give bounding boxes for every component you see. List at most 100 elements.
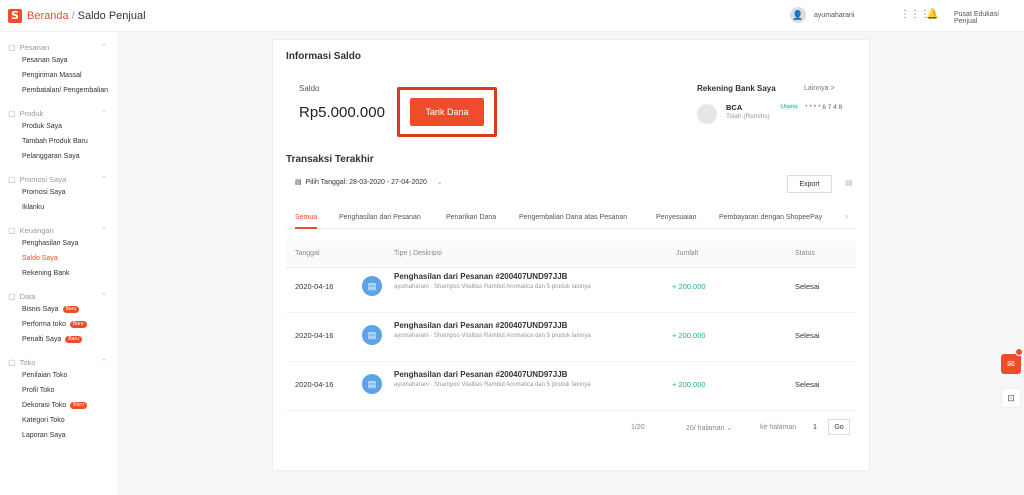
tab[interactable]: Penyesuaian bbox=[656, 207, 696, 229]
column-type: Tipe | Deskripsi bbox=[394, 250, 442, 257]
sidebar-group: ▢ Pesanan ⌃ Pesanan Saya Pengiriman Massal Pe… bbox=[0, 41, 117, 98]
sidebar-item[interactable]: Produk Saya bbox=[0, 119, 117, 134]
new-badge: Baru bbox=[62, 306, 80, 313]
sidebar-item[interactable]: Bisnis Saya Baru bbox=[0, 302, 117, 317]
column-status: Status bbox=[795, 250, 815, 257]
chevron-right-icon[interactable]: › bbox=[845, 211, 848, 221]
chevron-up-icon[interactable]: ⌃ bbox=[101, 175, 107, 183]
sidebar-item-label: Iklanku bbox=[22, 204, 45, 211]
row-status: Selesai bbox=[795, 331, 820, 340]
export-button[interactable]: Export bbox=[787, 175, 832, 193]
chat-icon[interactable]: ✉ bbox=[1001, 354, 1021, 374]
chevron-up-icon[interactable]: ⌃ bbox=[101, 109, 107, 117]
sidebar-item-label: Pelanggaran Saya bbox=[22, 153, 80, 160]
sidebar-item[interactable]: Laporan Saya bbox=[0, 428, 117, 443]
sidebar-item[interactable]: Kategori Toko bbox=[0, 413, 117, 428]
help-center-link[interactable]: Pusat Edukasi Penjual bbox=[954, 11, 1024, 25]
export-history-icon[interactable]: ▤ bbox=[845, 178, 853, 187]
sidebar-item-label: Laporan Saya bbox=[22, 432, 66, 439]
inbox-icon[interactable]: ⊡ bbox=[1001, 388, 1021, 408]
sidebar-item[interactable]: Dekorasi Toko Baru bbox=[0, 398, 117, 413]
row-description: ayumaharani · Shampoo Vitalitas Rambut A… bbox=[394, 284, 591, 290]
row-amount: + 200.000 bbox=[672, 282, 706, 291]
sidebar-item[interactable]: Tambah Produk Baru bbox=[0, 134, 117, 149]
sidebar-item-label: Pembatalan/ Pengembalian bbox=[22, 87, 109, 94]
sidebar-group-title: Promosi Saya bbox=[19, 174, 67, 184]
chevron-up-icon[interactable]: ⌃ bbox=[101, 226, 107, 234]
tab[interactable]: Penghasilan dari Pesanan bbox=[339, 207, 421, 229]
bank-title: Rekening Bank Saya bbox=[697, 84, 776, 93]
sidebar-group-header[interactable]: ▢ Data ⌃ bbox=[0, 290, 117, 302]
sidebar-item[interactable]: Pembatalan/ Pengembalian bbox=[0, 83, 117, 98]
sidebar-item[interactable]: Pesanan Saya bbox=[0, 53, 117, 68]
sidebar-group-header[interactable]: ▢ Produk ⌃ bbox=[0, 107, 117, 119]
table-row[interactable]: 2020-04-16 ▤ Penghasilan dari Pesanan #200… bbox=[286, 362, 856, 411]
info-title: Informasi Saldo bbox=[286, 51, 362, 62]
sidebar-group: ▢ Produk ⌃ Produk Saya Tambah Produk Baru Pel… bbox=[0, 107, 117, 164]
sidebar-item[interactable]: Iklanku bbox=[0, 200, 117, 215]
notification-bell-icon[interactable]: 🔔 bbox=[926, 9, 938, 20]
chevron-up-icon[interactable]: ⌃ bbox=[101, 292, 107, 300]
sidebar-item[interactable]: Pelanggaran Saya bbox=[0, 149, 117, 164]
shopee-logo-icon[interactable]: S bbox=[8, 8, 22, 23]
wallet-icon: ▢ bbox=[8, 225, 16, 235]
sidebar-group: ▢ Keuangan ⌃ Penghasilan Saya Saldo Saya Reke… bbox=[0, 224, 117, 281]
sidebar-group-title: Pesanan bbox=[19, 42, 50, 52]
per-page-select[interactable]: 20/ halaman ⌄ bbox=[686, 424, 732, 432]
tab[interactable]: Pembayaran dengan ShopeePay bbox=[719, 207, 822, 229]
column-amount: Jumlah bbox=[676, 250, 699, 257]
chevron-up-icon[interactable]: ⌃ bbox=[101, 43, 107, 51]
sidebar-item[interactable]: Saldo Saya bbox=[0, 251, 117, 266]
date-filter[interactable]: ▤ Pilih Tanggal: 28-03-2020 - 27-04-2020… bbox=[295, 178, 443, 187]
avatar[interactable]: 👤 bbox=[790, 7, 806, 23]
sidebar-group-header[interactable]: ▢ Toko ⌃ bbox=[0, 356, 117, 368]
breadcrumb-current: Saldo Penjual bbox=[77, 9, 146, 22]
sidebar-group: ▢ Toko ⌃ Penilaian Toko Profil Toko Dekorasi … bbox=[0, 356, 117, 443]
column-date: Tanggal bbox=[295, 250, 320, 257]
sidebar-item-label: Dekorasi Toko bbox=[22, 402, 67, 409]
page-info: 1/20 bbox=[631, 424, 645, 431]
username[interactable]: ayumaharani bbox=[814, 12, 854, 19]
tab[interactable]: Pengembalian Dana atas Pesanan bbox=[519, 207, 627, 229]
chevron-up-icon[interactable]: ⌃ bbox=[101, 358, 107, 366]
sidebar-group-header[interactable]: ▢ Pesanan ⌃ bbox=[0, 41, 117, 53]
bank-name: BCA bbox=[726, 103, 743, 112]
sidebar-item[interactable]: Penalti Saya Baru bbox=[0, 332, 117, 347]
saldo-label: Saldo bbox=[299, 84, 320, 93]
bank-number: * * * * 6 7 4 8 bbox=[805, 104, 843, 111]
date-filter-label: Pilih Tanggal: 28-03-2020 - 27-04-2020 bbox=[305, 178, 427, 186]
sidebar-item[interactable]: Profil Toko bbox=[0, 383, 117, 398]
sidebar-item-label: Tambah Produk Baru bbox=[22, 138, 88, 145]
sidebar-item-label: Kategori Toko bbox=[22, 417, 65, 424]
withdraw-button[interactable]: Tarik Dana bbox=[410, 98, 484, 126]
table-row[interactable]: 2020-04-16 ▤ Penghasilan dari Pesanan #200… bbox=[286, 313, 856, 362]
sidebar-item-label: Saldo Saya bbox=[22, 255, 58, 262]
breadcrumb-root[interactable]: Beranda bbox=[27, 10, 69, 22]
sidebar-item[interactable]: Performa toko Baru bbox=[0, 317, 117, 332]
bank-more-link[interactable]: Lainnya > bbox=[804, 85, 835, 92]
tab[interactable]: Semua bbox=[295, 207, 318, 229]
row-title[interactable]: Penghasilan dari Pesanan #200407UND97JJB bbox=[394, 272, 567, 281]
bank-logo-icon bbox=[697, 104, 717, 124]
per-page-label: 20/ halaman bbox=[686, 425, 725, 432]
sidebar-item[interactable]: Rekening Bank bbox=[0, 266, 117, 281]
goto-page-input[interactable]: 1 bbox=[804, 419, 826, 435]
sidebar-item[interactable]: Penghasilan Saya bbox=[0, 236, 117, 251]
row-title[interactable]: Penghasilan dari Pesanan #200407UND97JJB bbox=[394, 321, 567, 330]
sidebar-item[interactable]: Penilaian Toko bbox=[0, 368, 117, 383]
sidebar-item-label: Performa toko bbox=[22, 321, 66, 328]
row-title[interactable]: Penghasilan dari Pesanan #200407UND97JJB bbox=[394, 370, 567, 379]
tab[interactable]: Penarikan Dana bbox=[446, 207, 496, 229]
sidebar-group-title: Toko bbox=[19, 357, 36, 367]
sidebar-group-header[interactable]: ▢ Keuangan ⌃ bbox=[0, 224, 117, 236]
sidebar-item[interactable]: Promosi Saya bbox=[0, 185, 117, 200]
table-row[interactable]: 2020-04-16 ▤ Penghasilan dari Pesanan #200… bbox=[286, 264, 856, 313]
row-status: Selesai bbox=[795, 282, 820, 291]
user-menu[interactable]: 👤 ayumaharani bbox=[790, 7, 854, 23]
sidebar-item[interactable]: Pengiriman Massal bbox=[0, 68, 117, 83]
go-button[interactable]: Go bbox=[828, 419, 850, 435]
receipt-icon: ▤ bbox=[362, 374, 382, 394]
bank-holder: Tolah (Rumihs) bbox=[726, 113, 770, 120]
sidebar-group-header[interactable]: ▢ Promosi Saya ⌃ bbox=[0, 173, 117, 185]
row-description: ayumaharani · Shampoo Vitalitas Rambut A… bbox=[394, 333, 591, 339]
